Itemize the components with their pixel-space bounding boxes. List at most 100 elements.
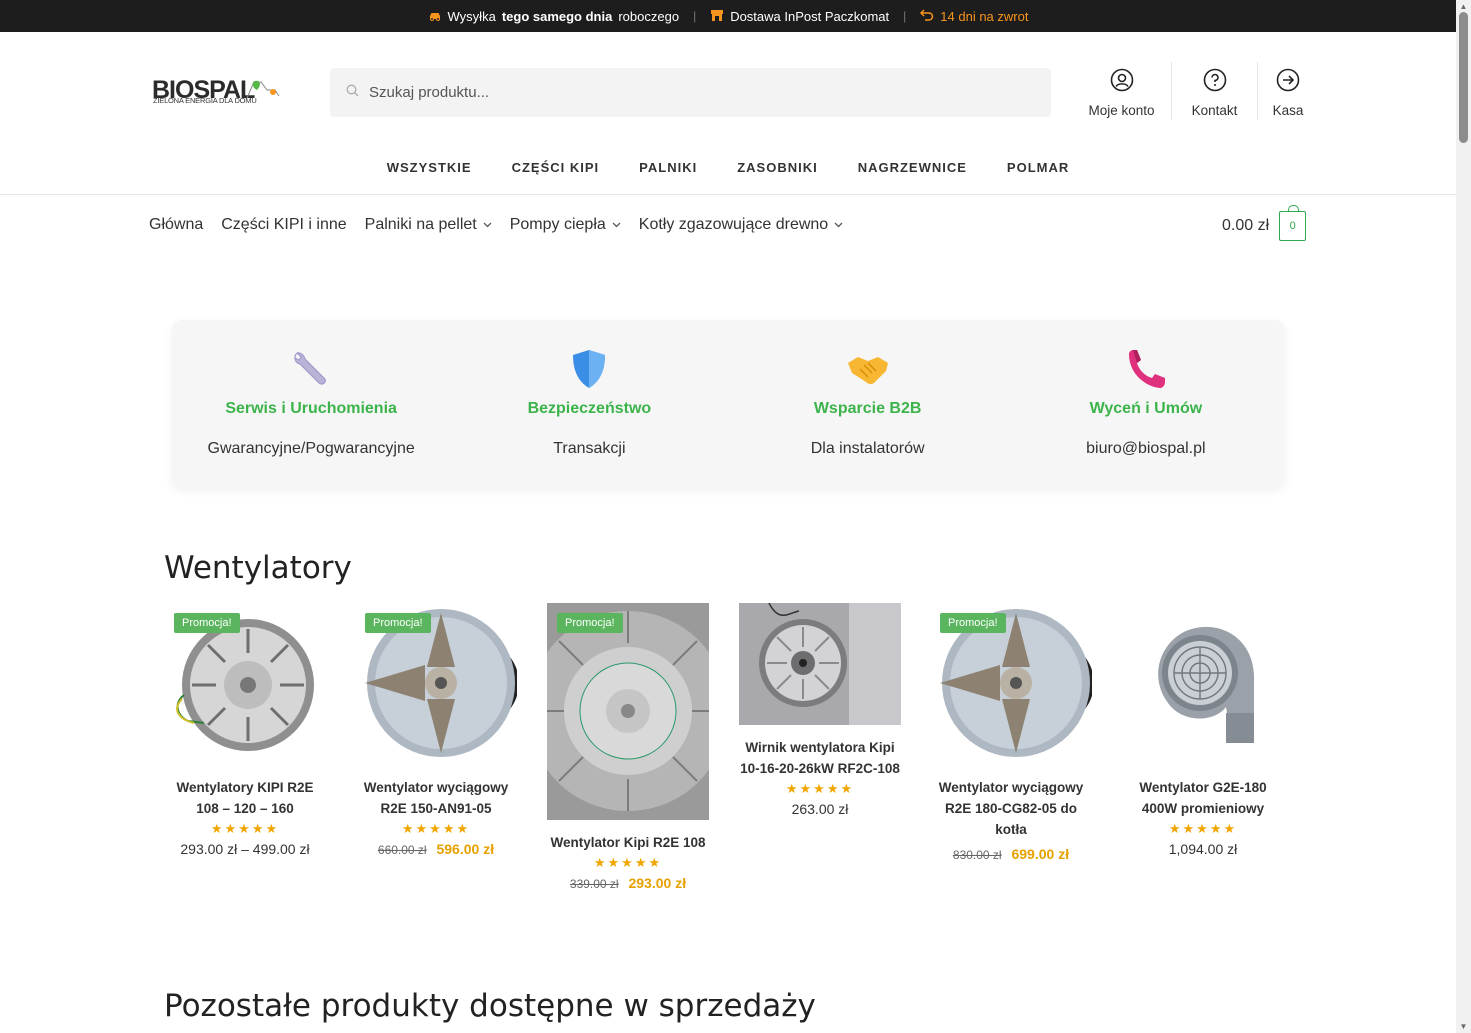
feature-title: Serwis i Uruchomienia	[225, 400, 397, 417]
star-rating-icon: ★★★★★	[401, 821, 471, 836]
feature-security: Bezpieczeństwo Transakcji	[450, 320, 728, 487]
category-link[interactable]: POLMAR	[1007, 160, 1069, 175]
product-name[interactable]: Wentylator wyciągowy R2E 150-AN91-05	[355, 777, 517, 819]
promo-badge: Promocja!	[174, 613, 240, 633]
cart-amount: 0.00 zł	[1222, 217, 1270, 234]
account-label: Moje konto	[1088, 103, 1155, 118]
separator: |	[693, 9, 697, 23]
product-name[interactable]: Wentylator wyciągowy R2E 180-CG82-05 do …	[930, 777, 1092, 840]
feature-subtitle: Transakcji	[553, 440, 626, 457]
scroll-down-icon[interactable]: ▼	[1459, 1022, 1468, 1031]
product-card[interactable]: Promocja! Wentylator wyciągowy R2E 180-C…	[930, 603, 1092, 862]
star-rating-icon: ★★★★★	[739, 781, 901, 797]
return-arrow-icon	[920, 8, 934, 24]
handshake-icon	[846, 348, 890, 390]
half-star-icon: ★	[840, 781, 855, 796]
nav-item-heat-pumps[interactable]: Pompy ciepła	[510, 216, 621, 234]
header-links: Moje konto Kontakt Kasa	[1072, 62, 1318, 120]
main-nav: Główna Części KIPI i inne Palniki na pel…	[149, 216, 861, 234]
product-card[interactable]: Wentylator G2E-180 400W promieniowy ★★★★…	[1122, 603, 1284, 857]
category-link[interactable]: PALNIKI	[639, 160, 697, 175]
wrench-icon	[291, 348, 331, 390]
product-card[interactable]: Promocja! Wentylatory KIPI R2E 108 – 120…	[164, 603, 326, 857]
store-icon	[710, 8, 724, 25]
product-name[interactable]: Wentylatory KIPI R2E 108 – 120 – 160	[164, 777, 326, 819]
returns-note: 14 dni na zwrot	[920, 9, 1028, 24]
section-title: Wentylatory	[164, 550, 352, 586]
nav-item-kipi-parts[interactable]: Części KIPI i inne	[221, 216, 346, 234]
product-image[interactable]: Promocja!	[930, 603, 1092, 765]
checkout-label: Kasa	[1272, 103, 1304, 118]
product-card[interactable]: Promocja! Wentylator wyciągowy R2E 150-A…	[355, 603, 517, 857]
nav-label: Części KIPI i inne	[221, 216, 347, 233]
scrollbar-thumb[interactable]	[1459, 12, 1468, 143]
feature-title: Wsparcie B2B	[813, 400, 922, 417]
help-icon	[1203, 68, 1227, 95]
old-price: 339.00 zł	[569, 877, 619, 891]
feature-title: Wyceń i Umów	[1089, 400, 1203, 417]
feature-quote: Wyceń i Umów biuro@biospal.pl	[1007, 320, 1285, 487]
product-price: 830.00 zł 699.00 zł	[930, 846, 1092, 862]
star-rating-icon: ★★★★★	[1168, 821, 1238, 836]
feature-service: Serwis i Uruchomienia Gwarancyjne/Pogwar…	[172, 320, 450, 487]
feature-subtitle: Gwarancyjne/Pogwarancyjne	[207, 440, 415, 457]
nav-item-wood-boilers[interactable]: Kotły zgazowujące drewno	[639, 216, 843, 234]
cart-count: 0	[1289, 220, 1296, 232]
nav-item-home[interactable]: Główna	[149, 216, 203, 234]
product-image[interactable]	[739, 603, 901, 725]
category-link[interactable]: NAGRZEWNICE	[858, 160, 967, 175]
product-name[interactable]: Wirnik wentylatora Kipi 10-16-20-26kW RF…	[739, 737, 901, 779]
category-link[interactable]: WSZYSTKIE	[387, 160, 472, 175]
nav-label: Pompy ciepła	[509, 216, 606, 233]
inpost-note: Dostawa InPost Paczkomat	[710, 8, 889, 25]
arrow-right-circle-icon	[1276, 68, 1300, 95]
page-scrollbar[interactable]: ▲ ▼	[1456, 0, 1471, 1033]
star-rating-icon: ★★★★★	[210, 821, 280, 836]
mini-cart[interactable]: 0.00 zł 0	[1222, 205, 1307, 241]
features-box: Serwis i Uruchomienia Gwarancyjne/Pogwar…	[172, 320, 1285, 487]
sale-price: 596.00 zł	[436, 841, 495, 857]
product-price: 660.00 zł 596.00 zł	[355, 841, 517, 857]
category-link[interactable]: CZĘŚCI KIPI	[512, 160, 600, 175]
shipping-text-post: roboczego	[618, 8, 680, 24]
divider	[0, 194, 1456, 195]
contact-label: Kontakt	[1191, 103, 1238, 118]
product-name[interactable]: Wentylator G2E-180 400W promieniowy	[1122, 777, 1284, 819]
product-card[interactable]: Promocja! Wentylator Kipi R2E 108 ★★★★★ …	[547, 603, 709, 891]
product-card[interactable]: Wirnik wentylatora Kipi 10-16-20-26kW RF…	[739, 603, 901, 817]
search-icon	[346, 84, 359, 102]
product-price: 293.00 zł – 499.00 zł	[180, 841, 310, 857]
shipping-text-pre: Wysyłka	[447, 8, 496, 24]
search-input[interactable]	[369, 84, 1009, 101]
nav-label: Główna	[149, 216, 204, 233]
product-price: 263.00 zł	[791, 801, 849, 817]
category-link[interactable]: ZASOBNIKI	[737, 160, 818, 175]
product-image[interactable]	[1122, 603, 1284, 765]
account-link[interactable]: Moje konto	[1072, 62, 1172, 120]
feature-b2b: Wsparcie B2B Dla instalatorów	[729, 320, 1007, 487]
inpost-text: Dostawa InPost Paczkomat	[730, 8, 890, 24]
old-price: 660.00 zł	[377, 843, 427, 857]
product-name[interactable]: Wentylator Kipi R2E 108	[547, 832, 709, 853]
contact-link[interactable]: Kontakt	[1172, 62, 1258, 120]
nav-item-pellet-burners[interactable]: Palniki na pellet	[365, 216, 492, 234]
product-image[interactable]: Promocja!	[547, 603, 709, 820]
scroll-up-icon[interactable]: ▲	[1459, 2, 1468, 11]
checkout-link[interactable]: Kasa	[1258, 62, 1318, 120]
site-logo[interactable]: BIOSPAL ZIELONA ENERGIA DLA DOMU	[150, 70, 285, 110]
category-nav: WSZYSTKIE CZĘŚCI KIPI PALNIKI ZASOBNIKI …	[0, 160, 1456, 175]
product-image[interactable]: Promocja!	[355, 603, 517, 765]
chevron-down-icon	[612, 220, 621, 231]
phone-icon	[1125, 348, 1167, 390]
product-image[interactable]: Promocja!	[164, 603, 326, 765]
search-bar[interactable]	[330, 68, 1051, 117]
feature-subtitle: biuro@biospal.pl	[1086, 440, 1206, 457]
separator: |	[903, 9, 907, 23]
promo-badge: Promocja!	[940, 613, 1006, 633]
product-price: 339.00 zł 293.00 zł	[547, 875, 709, 891]
old-price: 830.00 zł	[952, 848, 1002, 862]
star-rating-icon: ★★★★★	[593, 855, 663, 870]
sale-price: 699.00 zł	[1011, 846, 1070, 862]
cart-bag-icon: 0	[1279, 205, 1307, 241]
announcement-bar: Wysyłka tego samego dnia roboczego | Dos…	[0, 0, 1456, 32]
